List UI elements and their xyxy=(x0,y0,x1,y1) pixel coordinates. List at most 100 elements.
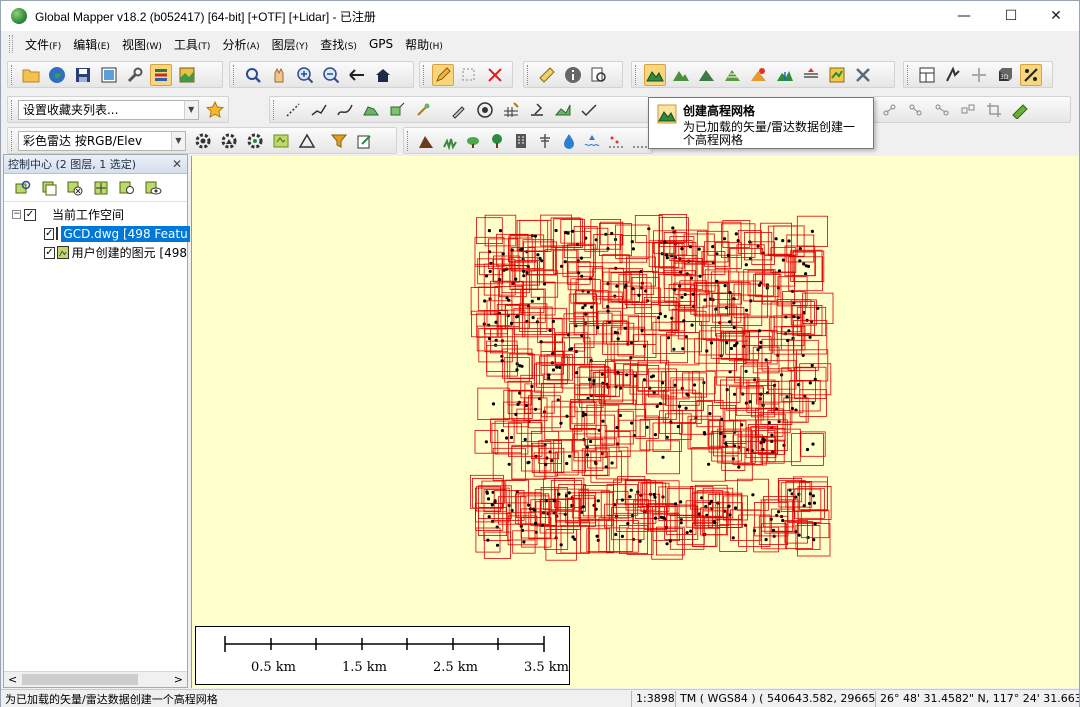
horizontal-scrollbar[interactable]: < > xyxy=(4,671,187,687)
feature-point[interactable] xyxy=(813,522,817,526)
feature-point[interactable] xyxy=(674,502,678,506)
feature-point[interactable] xyxy=(786,338,790,343)
menu-help[interactable]: 帮助(H) xyxy=(399,36,449,53)
control-center-icon[interactable] xyxy=(150,63,172,86)
feature-point[interactable] xyxy=(691,292,695,296)
feature-point[interactable] xyxy=(663,314,667,318)
noise-points-icon[interactable] xyxy=(606,130,626,152)
feature-point[interactable] xyxy=(798,247,802,251)
contour-icon[interactable] xyxy=(722,64,744,86)
zoom-box-icon[interactable] xyxy=(242,64,264,86)
feature-point[interactable] xyxy=(707,462,711,466)
open-folder-icon[interactable] xyxy=(20,64,42,86)
workspace-icon[interactable] xyxy=(98,64,120,86)
layer-checkbox[interactable]: ✓ xyxy=(44,246,55,259)
close-icon[interactable]: ✕ xyxy=(172,157,182,171)
maximize-button[interactable]: ☐ xyxy=(988,1,1034,31)
feature-point[interactable] xyxy=(559,543,563,547)
feature-point[interactable] xyxy=(594,507,598,511)
feature-point[interactable] xyxy=(653,433,657,437)
feature-point[interactable] xyxy=(494,320,498,324)
collapse-icon[interactable]: − xyxy=(12,210,21,219)
feature-point[interactable] xyxy=(615,426,619,430)
feature-point[interactable] xyxy=(777,510,781,514)
feature-point[interactable] xyxy=(522,540,526,544)
feature-point[interactable] xyxy=(523,437,527,442)
feature-point[interactable] xyxy=(618,413,622,418)
feature-point[interactable] xyxy=(563,260,567,264)
feature-point[interactable] xyxy=(658,312,663,316)
feature-point[interactable] xyxy=(520,247,524,251)
ground-line-icon[interactable] xyxy=(630,130,650,152)
feature-point[interactable] xyxy=(728,291,732,295)
feature-point[interactable] xyxy=(638,539,642,543)
minimize-button[interactable]: — xyxy=(941,1,987,31)
edit-checklist-icon[interactable] xyxy=(354,130,376,152)
feature-point[interactable] xyxy=(557,492,561,496)
feature-point[interactable] xyxy=(752,529,757,533)
feature-point[interactable] xyxy=(626,521,630,526)
feature-point[interactable] xyxy=(547,373,551,377)
move-vertex-icon[interactable] xyxy=(957,99,979,121)
feature-point[interactable] xyxy=(692,383,697,387)
feature-point[interactable] xyxy=(808,381,812,385)
edit-feature-icon[interactable] xyxy=(448,99,470,121)
layer-checkbox[interactable]: ✓ xyxy=(44,227,55,240)
feature-point[interactable] xyxy=(790,289,795,293)
feature-point[interactable] xyxy=(527,503,531,507)
feature-point[interactable] xyxy=(731,457,735,461)
feature-point[interactable] xyxy=(483,299,487,303)
feature-point[interactable] xyxy=(507,298,511,302)
feature-point[interactable] xyxy=(645,425,649,429)
feature-point[interactable] xyxy=(581,505,585,509)
toolbar-grip[interactable] xyxy=(907,64,910,85)
feature-point[interactable] xyxy=(616,337,620,341)
feature-point[interactable] xyxy=(673,288,677,292)
ruler-measure-icon[interactable] xyxy=(1009,99,1031,121)
feature-point[interactable] xyxy=(790,406,795,411)
triangle-icon[interactable] xyxy=(296,130,318,152)
feature-point[interactable] xyxy=(658,402,662,406)
feature-point[interactable] xyxy=(515,314,520,318)
watershed-icon[interactable] xyxy=(774,64,796,86)
feature-point[interactable] xyxy=(530,384,534,389)
feature-point[interactable] xyxy=(680,247,684,251)
feature-point[interactable] xyxy=(540,259,544,263)
feature-point[interactable] xyxy=(509,321,514,325)
feature-point[interactable] xyxy=(484,274,489,278)
feature-point[interactable] xyxy=(495,543,500,547)
feature-point[interactable] xyxy=(744,308,749,312)
feature-point[interactable] xyxy=(689,529,693,533)
feature-point[interactable] xyxy=(734,506,738,510)
feature-point[interactable] xyxy=(725,388,729,392)
scroll-right-icon[interactable]: > xyxy=(174,673,183,686)
zoom-in-icon[interactable] xyxy=(294,64,316,86)
feature-point[interactable] xyxy=(722,237,727,241)
raster-calculator-icon[interactable] xyxy=(826,64,848,86)
feature-point[interactable] xyxy=(705,349,709,353)
vertex-edit-icon[interactable] xyxy=(526,99,548,121)
feature-point[interactable] xyxy=(792,315,796,319)
fill-edit-icon[interactable] xyxy=(552,99,574,121)
tree-icon[interactable] xyxy=(487,130,507,152)
feature-point[interactable] xyxy=(677,404,682,408)
feature-point[interactable] xyxy=(577,271,581,275)
feature-point[interactable] xyxy=(596,499,600,503)
feature-point[interactable] xyxy=(631,247,635,251)
feature-point[interactable] xyxy=(552,499,556,503)
feature-point[interactable] xyxy=(812,501,817,505)
feature-point[interactable] xyxy=(534,521,538,525)
feature-point[interactable] xyxy=(775,513,779,518)
feature-point[interactable] xyxy=(758,329,762,333)
feature-point[interactable] xyxy=(600,372,604,376)
feature-point[interactable] xyxy=(607,321,611,325)
feature-point[interactable] xyxy=(565,414,569,418)
feature-point[interactable] xyxy=(491,402,496,406)
feature-point[interactable] xyxy=(811,442,815,446)
path-profile-icon[interactable] xyxy=(942,64,964,86)
feature-point[interactable] xyxy=(633,374,637,378)
gear-icon[interactable] xyxy=(192,130,214,152)
feature-point[interactable] xyxy=(812,538,816,542)
feature-point[interactable] xyxy=(604,232,608,236)
feature-point[interactable] xyxy=(564,231,568,235)
